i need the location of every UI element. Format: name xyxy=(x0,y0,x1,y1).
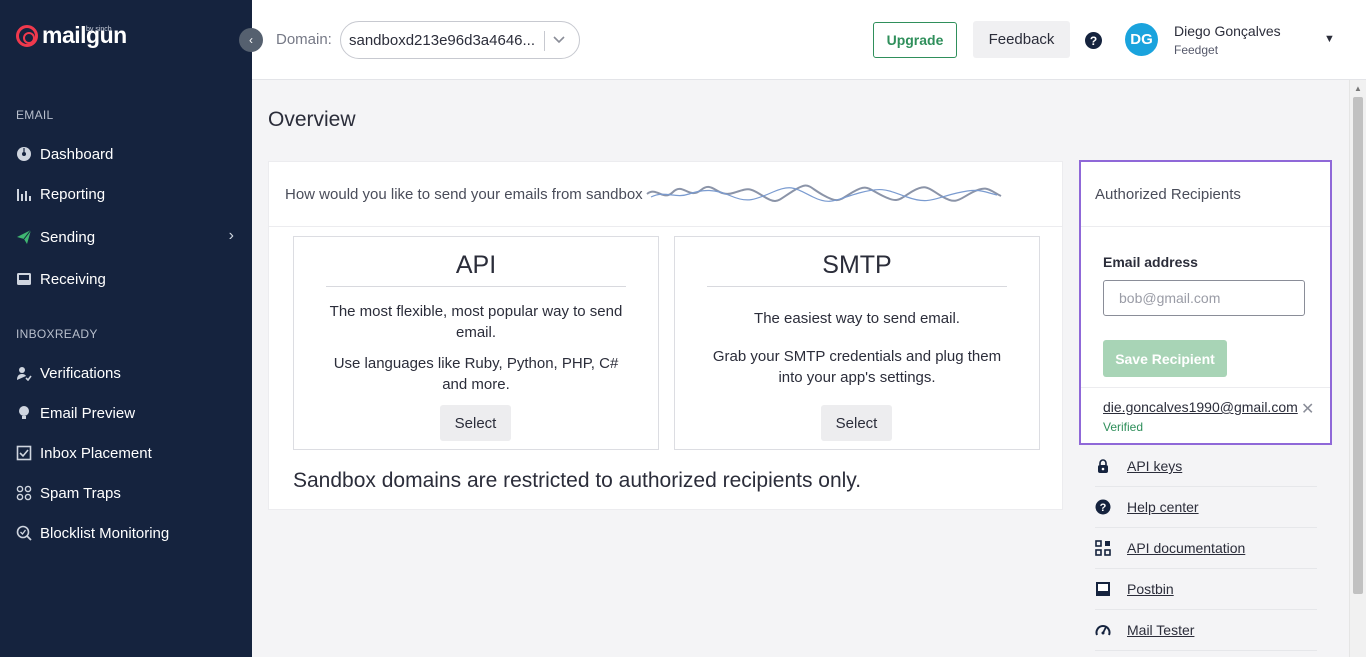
link-postbin[interactable]: Postbin xyxy=(1095,569,1317,610)
sidebar-item-label: Spam Traps xyxy=(40,484,121,502)
sidebar-item-label: Receiving xyxy=(40,270,106,288)
recipient-status: Verified xyxy=(1103,420,1144,434)
sidebar-item-email-preview[interactable]: Email Preview xyxy=(16,399,242,427)
smtp-title: SMTP xyxy=(707,251,1007,287)
send-method-question: How would you like to send your emails f… xyxy=(269,162,1062,227)
paper-plane-icon xyxy=(16,229,32,245)
sidebar-item-label: Email Preview xyxy=(40,404,136,422)
email-address-label: Email address xyxy=(1103,254,1198,270)
recipient-email[interactable]: die.goncalves1990@gmail.com xyxy=(1103,399,1298,415)
select-divider xyxy=(544,31,545,51)
link-label: API keys xyxy=(1127,458,1183,474)
search-check-icon xyxy=(16,525,32,541)
link-api-keys[interactable]: API keys xyxy=(1095,446,1317,487)
checkbox-icon xyxy=(16,445,32,461)
link-label: Help center xyxy=(1127,499,1199,515)
authorized-recipients-title: Authorized Recipients xyxy=(1081,162,1330,227)
topbar: Domain: sandboxd213e96d3a4646... Upgrade… xyxy=(252,0,1366,80)
mailgun-logo-icon xyxy=(16,25,38,47)
verification-icon xyxy=(16,365,32,381)
grid-icon xyxy=(1095,540,1111,556)
authorized-recipients-card: Authorized Recipients Email address Save… xyxy=(1079,160,1332,445)
nav-section-inboxready: INBOXREADY xyxy=(16,327,98,341)
spam-trap-icon xyxy=(16,485,32,501)
inbox-icon xyxy=(16,271,32,287)
user-name[interactable]: Diego Gonçalves xyxy=(1174,23,1281,39)
svg-text:?: ? xyxy=(1100,502,1107,514)
api-description: The most flexible, most popular way to s… xyxy=(329,303,623,341)
api-select-button[interactable]: Select xyxy=(440,405,511,441)
caret-down-icon[interactable]: ▼ xyxy=(1324,33,1335,45)
api-languages: Use languages like Ruby, Python, PHP, C#… xyxy=(333,355,619,393)
sidebar-item-label: Blocklist Monitoring xyxy=(40,524,170,542)
sidebar-item-label: Sending xyxy=(40,228,96,246)
link-api-documentation[interactable]: API documentation xyxy=(1095,528,1317,569)
dashboard-icon xyxy=(16,146,32,162)
link-label: Mail Tester xyxy=(1127,622,1195,638)
upgrade-button[interactable]: Upgrade xyxy=(873,22,957,58)
sidebar-item-inbox-placement[interactable]: Inbox Placement xyxy=(16,439,242,467)
collapse-sidebar-button[interactable]: ‹ xyxy=(239,28,263,52)
link-help-center[interactable]: ? Help center xyxy=(1095,487,1317,528)
page-scrollbar[interactable]: ▲ xyxy=(1349,80,1366,657)
sandbox-restriction-note: Sandbox domains are restricted to author… xyxy=(293,469,862,492)
scroll-up-arrow-icon[interactable]: ▲ xyxy=(1354,84,1362,93)
sidebar-item-reporting[interactable]: Reporting xyxy=(16,180,242,208)
smtp-select-button[interactable]: Select xyxy=(821,405,892,441)
api-title: API xyxy=(326,251,626,287)
sidebar-item-verifications[interactable]: Verifications xyxy=(16,359,242,387)
bar-chart-icon xyxy=(16,186,32,202)
logo-subtitle: by sinch xyxy=(86,26,112,33)
scrollbar-thumb[interactable] xyxy=(1353,97,1363,594)
chevron-right-icon: › xyxy=(228,227,234,244)
sidebar: mailgun by sinch EMAIL Dashboard Reporti… xyxy=(0,0,252,657)
link-mail-tester[interactable]: Mail Tester xyxy=(1095,610,1317,651)
inbox-tray-icon xyxy=(1095,581,1111,597)
help-icon: ? xyxy=(1095,499,1111,515)
send-question-text: How would you like to send your emails f… xyxy=(285,185,643,203)
sidebar-item-spam-traps[interactable]: Spam Traps xyxy=(16,479,242,507)
smtp-credentials-text: Grab your SMTP credentials and plug them… xyxy=(712,348,1002,386)
logo-text: mailgun xyxy=(42,22,127,48)
close-icon[interactable]: ✕ xyxy=(1301,399,1314,419)
domain-select[interactable]: sandboxd213e96d3a4646... xyxy=(340,21,580,59)
chevron-down-icon xyxy=(553,30,565,51)
link-label: API documentation xyxy=(1127,540,1246,556)
send-method-card: How would you like to send your emails f… xyxy=(268,161,1063,510)
domain-value: sandboxd213e96d3a4646... xyxy=(349,31,536,49)
link-label: Postbin xyxy=(1127,581,1174,597)
avatar[interactable]: DG xyxy=(1125,23,1158,56)
smtp-option-card: SMTP The easiest way to send email. Grab… xyxy=(674,236,1040,450)
save-recipient-button[interactable]: Save Recipient xyxy=(1103,340,1227,377)
lightbulb-icon xyxy=(16,405,32,421)
recipient-row: die.goncalves1990@gmail.com Verified ✕ xyxy=(1081,387,1330,443)
api-option-card: API The most flexible, most popular way … xyxy=(293,236,659,450)
help-icon[interactable]: ? xyxy=(1085,32,1102,49)
sidebar-item-label: Reporting xyxy=(40,185,106,203)
sidebar-item-receiving[interactable]: Receiving xyxy=(16,265,242,293)
page-title: Overview xyxy=(268,108,356,131)
sidebar-item-dashboard[interactable]: Dashboard xyxy=(16,140,242,168)
user-org: Feedget xyxy=(1174,43,1219,57)
gauge-icon xyxy=(1095,622,1111,638)
feedback-button[interactable]: Feedback xyxy=(973,21,1070,58)
redacted-domain-scribble xyxy=(646,184,1002,203)
sidebar-item-label: Inbox Placement xyxy=(40,444,152,462)
sidebar-item-label: Dashboard xyxy=(40,145,114,163)
email-field[interactable] xyxy=(1103,280,1305,316)
domain-label: Domain: xyxy=(276,31,332,48)
smtp-description: The easiest way to send email. xyxy=(754,310,960,327)
lock-icon xyxy=(1095,458,1111,474)
sidebar-item-sending[interactable]: Sending › xyxy=(16,223,242,251)
sidebar-item-label: Verifications xyxy=(40,364,121,382)
sidebar-item-blocklist-monitoring[interactable]: Blocklist Monitoring xyxy=(16,519,242,547)
nav-section-email: EMAIL xyxy=(16,108,54,122)
chevron-left-icon: ‹ xyxy=(249,33,253,47)
